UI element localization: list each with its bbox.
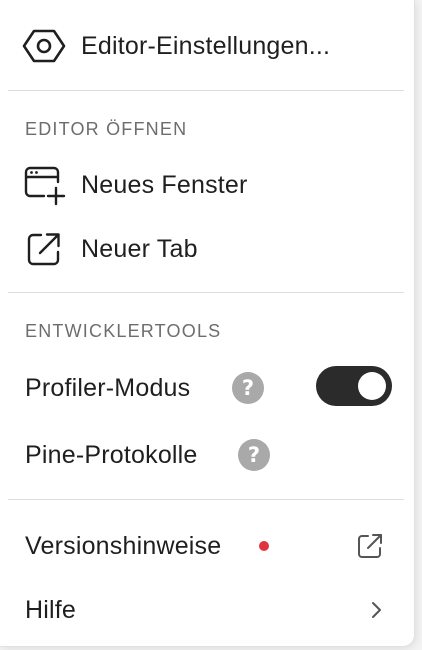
profiler-mode-toggle[interactable]: [316, 366, 392, 406]
new-window-label: Neues Fenster: [81, 170, 248, 199]
new-tab-label: Neuer Tab: [81, 234, 198, 263]
divider: [8, 499, 404, 500]
profiler-mode-label: Profiler-Modus: [25, 373, 191, 402]
divider: [8, 90, 404, 91]
pine-logs-item[interactable]: Pine-Protokolle ?: [0, 429, 414, 481]
new-window-icon: [24, 166, 68, 206]
pine-logs-label: Pine-Protokolle: [25, 440, 198, 469]
profiler-mode-item[interactable]: Profiler-Modus ?: [0, 362, 414, 414]
help-item[interactable]: Hilfe: [0, 584, 414, 636]
section-title-open-editor: EDITOR ÖFFNEN: [25, 119, 188, 139]
section-title-devtools: ENTWICKLERTOOLS: [25, 321, 222, 341]
divider: [8, 292, 404, 293]
help-icon[interactable]: ?: [232, 372, 264, 404]
editor-settings-label: Editor-Einstellungen...: [81, 31, 331, 60]
editor-menu: Editor-Einstellungen... EDITOR ÖFFNEN Ne…: [0, 0, 415, 647]
new-window-item[interactable]: Neues Fenster: [0, 160, 414, 210]
help-label: Hilfe: [25, 595, 77, 624]
new-tab-item[interactable]: Neuer Tab: [0, 224, 414, 274]
notification-dot: [259, 541, 269, 551]
release-notes-item[interactable]: Versionshinweise: [0, 520, 414, 572]
chevron-right-icon: [369, 600, 383, 620]
help-icon[interactable]: ?: [238, 439, 270, 471]
hexagon-settings-icon: [22, 28, 66, 64]
external-open-icon: [26, 231, 62, 267]
editor-settings-item[interactable]: Editor-Einstellungen...: [0, 22, 414, 70]
external-link-icon: [357, 533, 383, 559]
release-notes-label: Versionshinweise: [25, 531, 222, 560]
toggle-knob: [358, 372, 386, 400]
